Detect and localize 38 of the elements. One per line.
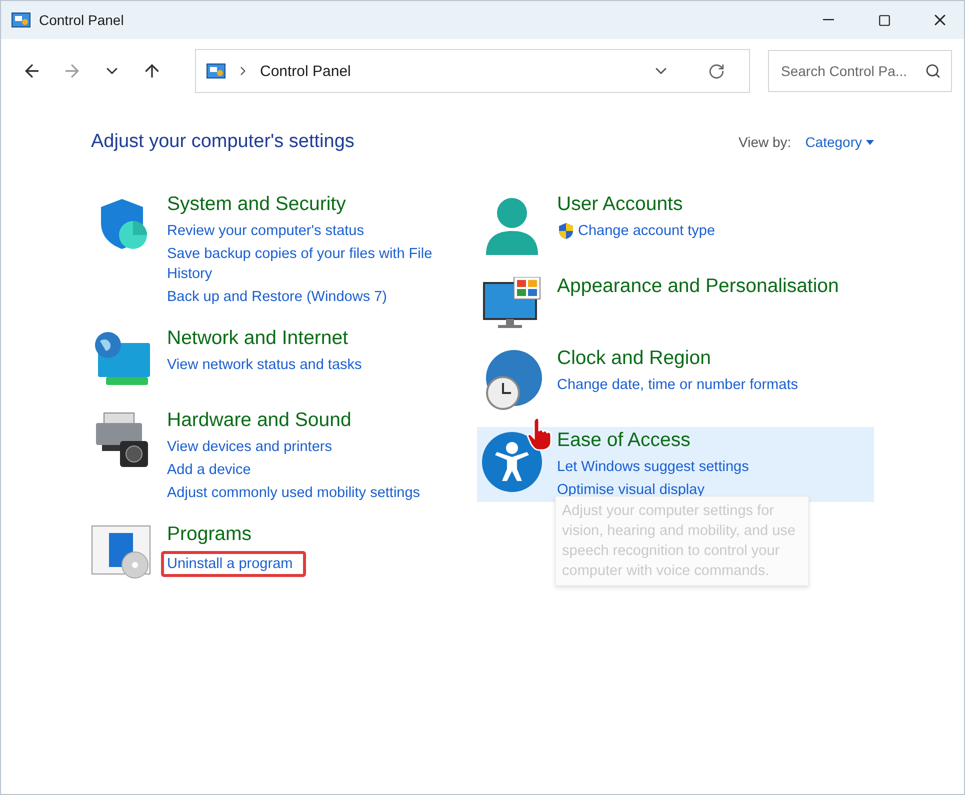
view-by-label: View by: bbox=[738, 134, 792, 150]
control-panel-icon bbox=[11, 12, 31, 28]
task-link[interactable]: Change account type bbox=[578, 221, 716, 241]
minimize-icon bbox=[822, 19, 834, 21]
window-title: Control Panel bbox=[39, 12, 125, 28]
category-title-link[interactable]: System and Security bbox=[167, 193, 452, 216]
view-by-dropdown[interactable]: Category bbox=[805, 134, 874, 150]
task-link[interactable]: Save backup copies of your files with File History bbox=[167, 244, 452, 284]
control-panel-icon bbox=[206, 63, 226, 79]
category-title-link[interactable]: User Accounts bbox=[557, 193, 842, 216]
task-link[interactable]: View devices and printers bbox=[167, 437, 332, 457]
category-title-link[interactable]: Clock and Region bbox=[557, 347, 842, 370]
address-bar[interactable]: Control Panel bbox=[195, 49, 750, 93]
category-title-link[interactable]: Ease of Access bbox=[557, 429, 842, 452]
accessibility-icon bbox=[481, 431, 543, 493]
task-link[interactable]: Review your computer's status bbox=[167, 221, 364, 241]
category-title-link[interactable]: Programs bbox=[167, 523, 452, 546]
search-box[interactable]: Search Control Pa... bbox=[768, 50, 952, 92]
task-link[interactable]: Back up and Restore (Windows 7) bbox=[167, 287, 388, 307]
page-heading: Adjust your computer's settings bbox=[91, 131, 354, 153]
address-path: Control Panel bbox=[260, 62, 352, 80]
task-link[interactable]: Uninstall a program bbox=[161, 551, 306, 577]
category-title-link[interactable]: Appearance and Personalisation bbox=[557, 275, 842, 298]
monitor-tiles-icon bbox=[482, 277, 542, 329]
category-title-link[interactable]: Network and Internet bbox=[167, 327, 452, 350]
maximize-icon bbox=[878, 14, 890, 26]
category-title-link[interactable]: Hardware and Sound bbox=[167, 409, 452, 432]
program-disc-icon bbox=[91, 525, 153, 579]
task-link[interactable]: Change date, time or number formats bbox=[557, 375, 798, 395]
task-link[interactable]: Adjust commonly used mobility settings bbox=[167, 483, 420, 503]
user-silhouette-icon bbox=[483, 195, 541, 257]
dropdown-caret-icon bbox=[866, 140, 874, 144]
task-link[interactable]: Let Windows suggest settings bbox=[557, 457, 749, 477]
search-icon bbox=[925, 63, 941, 79]
task-link[interactable]: Add a device bbox=[167, 460, 251, 480]
hand-cursor-icon bbox=[527, 417, 553, 451]
task-link[interactable]: View network status and tasks bbox=[167, 355, 362, 375]
refresh-icon[interactable] bbox=[708, 62, 725, 80]
